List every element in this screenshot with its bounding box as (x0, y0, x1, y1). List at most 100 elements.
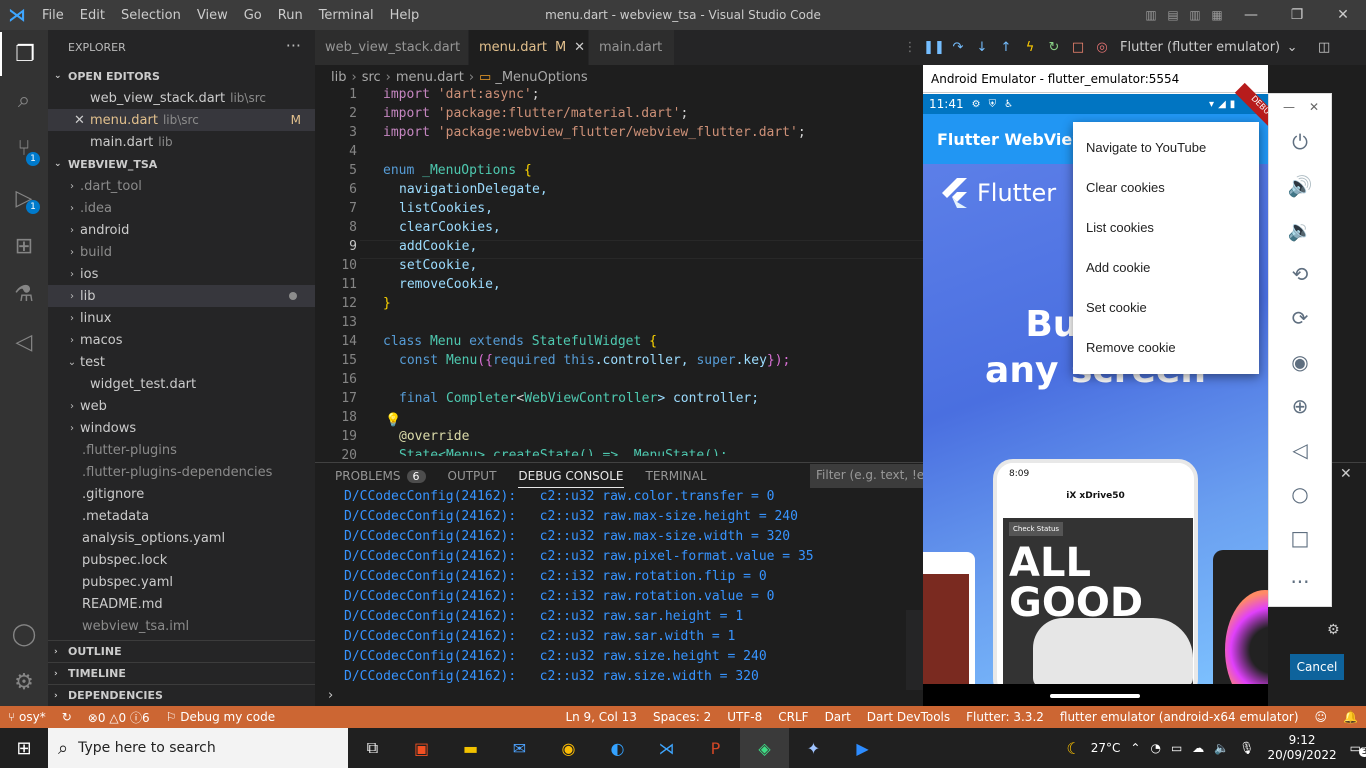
home-icon[interactable]: ○ (1269, 472, 1331, 516)
search-icon[interactable]: ⌕ (0, 78, 48, 122)
manage-gear-icon[interactable]: ⚙ (0, 660, 48, 704)
tree-folder[interactable]: › .dart_tool (48, 175, 315, 197)
volume-up-icon[interactable]: 🔊 (1269, 164, 1331, 208)
breadcrumb-item[interactable]: _MenuOptions (495, 70, 587, 85)
console-input-prompt[interactable]: › (328, 688, 333, 703)
run-debug-icon[interactable]: ▷ (0, 176, 48, 220)
tree-folder[interactable]: › windows (48, 417, 315, 439)
overview-icon[interactable]: □ (1269, 516, 1331, 560)
minimize-button[interactable]: — (1228, 0, 1274, 30)
volume-down-icon[interactable]: 🔉 (1269, 208, 1331, 252)
feedback-icon[interactable]: ☺ (1307, 710, 1336, 724)
testing-icon[interactable]: ⚗ (0, 272, 48, 316)
tree-folder[interactable]: › linux (48, 307, 315, 329)
tree-folder-selected[interactable]: › lib (48, 285, 315, 307)
flutter-icon[interactable]: ◁ (0, 320, 48, 364)
vscode-taskbar-icon[interactable]: ⋊ (642, 728, 691, 768)
back-icon[interactable]: ◁ (1269, 428, 1331, 472)
tree-folder[interactable]: › android (48, 219, 315, 241)
toggle-panel-icon[interactable]: ▤ (1162, 0, 1184, 30)
source-control-icon[interactable]: ⑂ (0, 126, 48, 170)
tree-folder[interactable]: › build (48, 241, 315, 263)
file-explorer-icon[interactable]: ▬ (446, 728, 495, 768)
android-studio-icon[interactable]: ◈ (740, 728, 789, 768)
open-editors-section[interactable]: ⌄ OPEN EDITORS (48, 65, 315, 87)
toggle-sidebar-icon[interactable]: ▥ (1140, 0, 1162, 30)
open-editor-item[interactable]: main.dart lib (48, 131, 315, 153)
store-icon[interactable]: ▣ (397, 728, 446, 768)
encoding[interactable]: UTF-8 (719, 710, 770, 724)
tree-file[interactable]: webview_tsa.iml (48, 615, 315, 637)
customize-layout-icon[interactable]: ▦ (1206, 0, 1228, 30)
tree-folder[interactable]: ⌄ test (48, 351, 315, 373)
more-icon[interactable]: ··· (1269, 560, 1331, 604)
cloud-icon[interactable]: ☁ (1187, 741, 1209, 755)
menu-terminal[interactable]: Terminal (311, 8, 382, 23)
lightbulb-icon[interactable]: 💡 (385, 413, 401, 428)
device-selector[interactable]: flutter emulator (android-x64 emulator) (1052, 710, 1307, 724)
battery-tray-icon[interactable]: ▭ (1166, 741, 1187, 755)
menu-help[interactable]: Help (382, 8, 428, 23)
outline-section[interactable]: › OUTLINE (48, 640, 315, 662)
workspace-section[interactable]: ⌄ WEBVIEW_TSA (48, 153, 315, 175)
indentation[interactable]: Spaces: 2 (645, 710, 719, 724)
tree-file[interactable]: .gitignore (48, 483, 315, 505)
sync-icon[interactable]: ↻ (54, 710, 80, 724)
tab-problems[interactable]: PROBLEMS 6 (335, 464, 426, 488)
menu-go[interactable]: Go (236, 8, 270, 23)
devtools-icon[interactable]: ◎ (1090, 40, 1114, 55)
more-actions-icon[interactable]: ··· (286, 36, 301, 55)
dependencies-section[interactable]: › DEPENDENCIES (48, 684, 315, 706)
launch-item[interactable]: ⚐ Debug my code (158, 710, 283, 724)
tree-folder[interactable]: › ios (48, 263, 315, 285)
emulator-minimize-icon[interactable]: — (1283, 100, 1295, 114)
close-window-button[interactable]: ✕ (1320, 0, 1366, 30)
tree-file[interactable]: pubspec.lock (48, 549, 315, 571)
notification-center-icon[interactable]: ▭ 3 (1345, 741, 1366, 757)
menu-item-set-cookie[interactable]: Set cookie (1073, 287, 1259, 327)
tree-file[interactable]: .flutter-plugins (48, 439, 315, 461)
cancel-button[interactable]: Cancel (1290, 654, 1344, 680)
breadcrumb-item[interactable]: menu.dart (396, 70, 464, 85)
network-icon[interactable]: ◔ (1145, 741, 1165, 755)
split-editor-icon[interactable]: ◫ (1312, 40, 1336, 55)
dart-devtools[interactable]: Dart DevTools (859, 710, 958, 724)
tree-file[interactable]: widget_test.dart (48, 373, 315, 395)
tab-main-dart[interactable]: main.dart (589, 30, 676, 65)
tree-file[interactable]: README.md (48, 593, 315, 615)
mail-icon[interactable]: ✉ (495, 728, 544, 768)
menu-view[interactable]: View (189, 8, 236, 23)
volume-icon[interactable]: 🔈 (1209, 741, 1234, 755)
timeline-section[interactable]: › TIMELINE (48, 662, 315, 684)
camera-icon[interactable]: ◉ (1269, 340, 1331, 384)
menu-edit[interactable]: Edit (72, 8, 113, 23)
chevron-up-icon[interactable]: ⌃ (1125, 741, 1145, 755)
step-over-icon[interactable]: ↷ (946, 40, 970, 55)
tree-file[interactable]: .metadata (48, 505, 315, 527)
notifications-bell-icon[interactable]: 🔔 (1335, 710, 1366, 724)
cursor-position[interactable]: Ln 9, Col 13 (557, 710, 645, 724)
step-into-icon[interactable]: ↓ (970, 40, 994, 55)
tab-debug-console[interactable]: DEBUG CONSOLE (518, 464, 624, 488)
menu-item-add-cookie[interactable]: Add cookie (1073, 247, 1259, 287)
clock[interactable]: 9:12 20/09/2022 (1259, 733, 1344, 763)
pause-icon[interactable]: ❚❚ (922, 40, 946, 55)
menu-item-list-cookies[interactable]: List cookies (1073, 207, 1259, 247)
tab-output[interactable]: OUTPUT (448, 464, 497, 488)
close-panel-icon[interactable]: ✕ (1340, 466, 1352, 482)
debug-config-select[interactable]: Flutter (flutter emulator) (1120, 40, 1280, 55)
edge-icon[interactable]: ◐ (593, 728, 642, 768)
open-editor-item-active[interactable]: ✕ menu.dart lib\src M (48, 109, 315, 131)
stop-icon[interactable]: □ (1066, 40, 1090, 55)
tree-folder[interactable]: › web (48, 395, 315, 417)
task-view-icon[interactable]: ⧉ (348, 728, 397, 768)
close-icon[interactable]: ✕ (74, 113, 90, 128)
menu-item-clear-cookies[interactable]: Clear cookies (1073, 167, 1259, 207)
flutter-version[interactable]: Flutter: 3.3.2 (958, 710, 1052, 724)
tab-menu-dart[interactable]: menu.dart M ✕ (469, 30, 589, 65)
weather-icon[interactable]: ☾ (1061, 739, 1085, 758)
tab-web-view-stack[interactable]: web_view_stack.dart (315, 30, 469, 65)
powerpoint-icon[interactable]: P (691, 728, 740, 768)
menu-item-remove-cookie[interactable]: Remove cookie (1073, 327, 1259, 367)
console-filter-input[interactable]: Filter (e.g. text, !exclude) (810, 464, 925, 488)
